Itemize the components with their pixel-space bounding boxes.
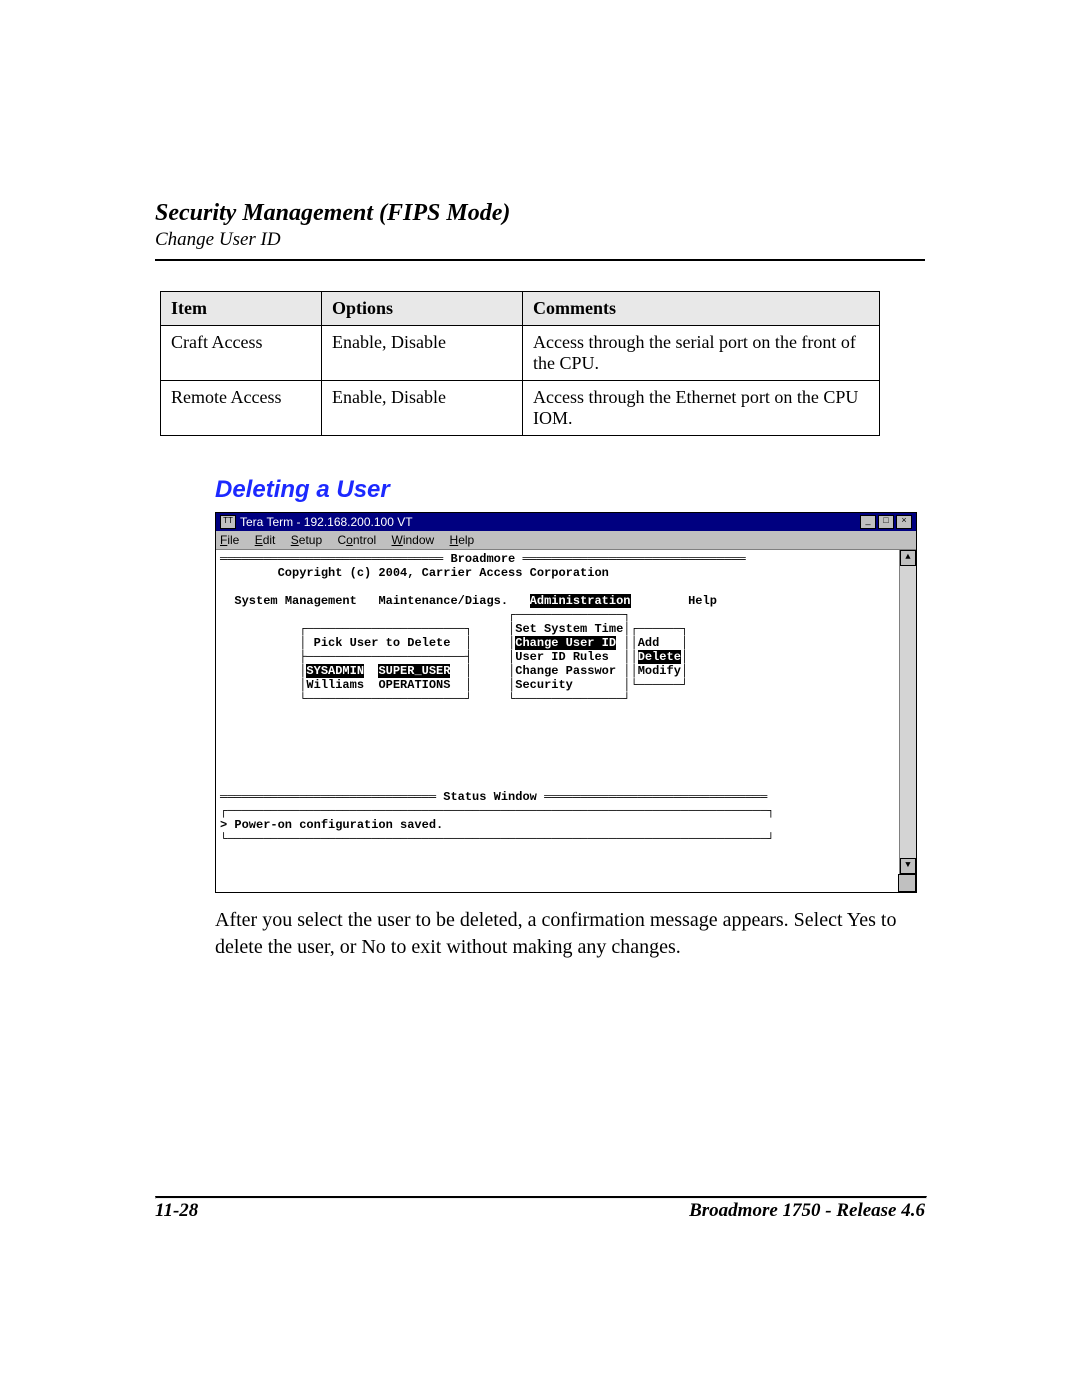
cell-options: Enable, Disable	[322, 326, 523, 381]
table-row: Craft Access Enable, Disable Access thro…	[161, 326, 880, 381]
window-maximize-button[interactable]: □	[878, 515, 894, 529]
user-sysadmin[interactable]: SYSADMIN	[306, 664, 364, 678]
cell-comments: Access through the Ethernet port on the …	[523, 381, 880, 436]
options-table: Item Options Comments Craft Access Enabl…	[160, 291, 880, 436]
header-rule	[155, 259, 925, 261]
page-footer: 11-28 Broadmore 1750 - Release 4.6	[155, 1200, 925, 1222]
app-menu-admin[interactable]: Administration	[530, 594, 631, 608]
pick-user-prompt: Pick User to Delete	[314, 636, 451, 650]
chapter-title: Security Management (FIPS Mode)	[155, 200, 925, 227]
uid-item-add[interactable]: Add	[638, 636, 660, 650]
table-header-row: Item Options Comments	[161, 292, 880, 326]
resize-grip-icon[interactable]	[898, 874, 916, 892]
admin-item-change-pw[interactable]: Change Passwor	[515, 664, 616, 678]
teraterm-menubar: File Edit Setup Control Window Help	[216, 531, 916, 550]
cell-item: Remote Access	[161, 381, 322, 436]
app-menu-help[interactable]: Help	[688, 594, 717, 608]
teraterm-app-icon: TT	[220, 515, 236, 529]
uid-item-modify[interactable]: Modify	[638, 664, 681, 678]
menu-help[interactable]: Help	[450, 533, 475, 547]
window-minimize-button[interactable]: _	[860, 515, 876, 529]
menu-window[interactable]: Window	[392, 533, 435, 547]
window-close-button[interactable]: ×	[896, 515, 912, 529]
admin-item-security[interactable]: Security	[515, 678, 573, 692]
uid-item-delete[interactable]: Delete	[638, 650, 681, 664]
user-williams[interactable]: Williams	[306, 678, 364, 692]
cell-comments: Access through the serial port on the fr…	[523, 326, 880, 381]
cell-item: Craft Access	[161, 326, 322, 381]
menu-control[interactable]: Control	[337, 533, 376, 547]
terminal-area[interactable]: ═══════════════════════════════ Broadmor…	[216, 550, 899, 892]
col-header-item: Item	[161, 292, 322, 326]
teraterm-window: TT Tera Term - 192.168.200.100 VT _ □ × …	[215, 512, 917, 893]
menu-file[interactable]: File	[220, 533, 239, 547]
status-window-label: Status Window	[443, 790, 537, 804]
term-line: ═══════════════════════════════	[220, 552, 450, 566]
status-line: > Power-on configuration saved.	[220, 818, 443, 832]
menu-setup[interactable]: Setup	[291, 533, 322, 547]
app-header: Broadmore	[450, 552, 515, 566]
menu-edit[interactable]: Edit	[255, 533, 276, 547]
release-label: Broadmore 1750 - Release 4.6	[689, 1200, 925, 1222]
page-number: 11-28	[155, 1200, 198, 1222]
terminal-scrollbar[interactable]: ▲ ▼	[899, 550, 916, 892]
scroll-up-icon[interactable]: ▲	[900, 550, 916, 566]
copyright-line: Copyright (c) 2004, Carrier Access Corpo…	[278, 566, 609, 580]
app-menu-sysmgmt[interactable]: System Management	[234, 594, 356, 608]
user-operations[interactable]: OPERATIONS	[378, 678, 450, 692]
cell-options: Enable, Disable	[322, 381, 523, 436]
user-superuser[interactable]: SUPER_USER	[378, 664, 450, 678]
table-row: Remote Access Enable, Disable Access thr…	[161, 381, 880, 436]
admin-item-change-uid[interactable]: Change User ID	[515, 636, 616, 650]
section-heading-deleting-user: Deleting a User	[215, 476, 925, 504]
admin-item-uid-rules[interactable]: User ID Rules	[515, 650, 609, 664]
teraterm-title-text: Tera Term - 192.168.200.100 VT	[240, 515, 413, 529]
term-line: ═══════════════════════════════	[515, 552, 745, 566]
col-header-options: Options	[322, 292, 523, 326]
app-menu-maint[interactable]: Maintenance/Diags.	[378, 594, 508, 608]
col-header-comments: Comments	[523, 292, 880, 326]
admin-item-set-time[interactable]: Set System Time	[515, 622, 623, 636]
footer-rule	[155, 1196, 927, 1199]
scroll-down-icon[interactable]: ▼	[900, 858, 916, 874]
teraterm-titlebar[interactable]: TT Tera Term - 192.168.200.100 VT _ □ ×	[216, 513, 916, 531]
scroll-track[interactable]	[900, 566, 916, 858]
body-paragraph: After you select the user to be deleted,…	[215, 907, 915, 961]
section-subtitle: Change User ID	[155, 229, 925, 251]
